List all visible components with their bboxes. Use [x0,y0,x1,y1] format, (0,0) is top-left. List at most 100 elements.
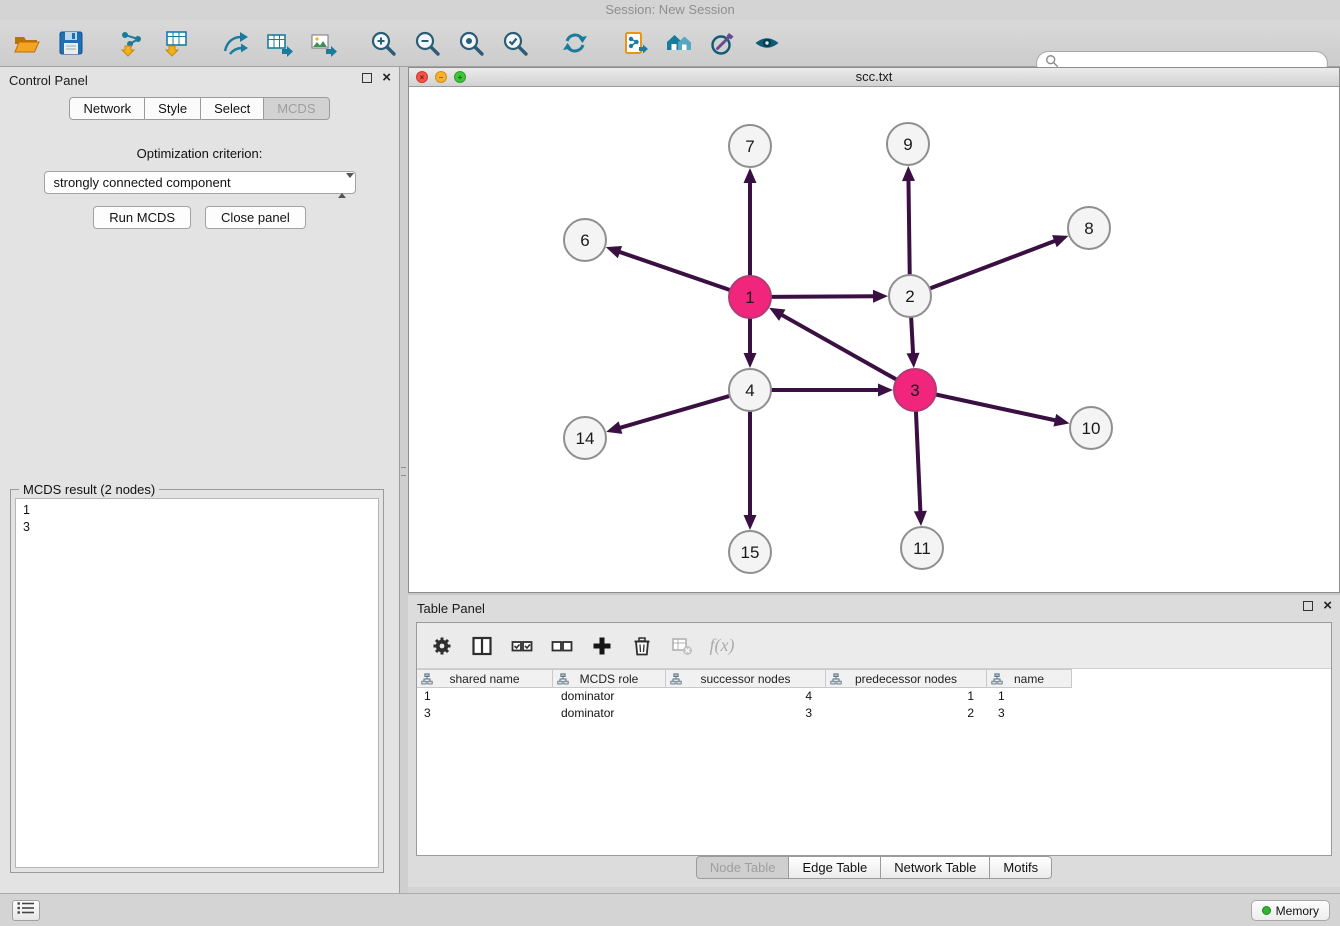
graph-node-11[interactable]: 11 [901,527,943,569]
apply-style-button[interactable] [706,26,740,60]
graph-edge-1-7[interactable] [744,168,757,278]
table-toolbar: f(x) [417,623,1331,669]
network-view-window: × – + scc.txt 7968124314101511 [408,67,1340,593]
graph-node-3[interactable]: 3 [894,369,936,411]
close-table-panel-icon[interactable]: × [1323,601,1332,611]
home-network-button[interactable] [662,26,696,60]
table-panel-title: Table Panel [417,601,485,616]
optimization-select[interactable]: strongly connected component [44,171,356,194]
refresh-layout-button[interactable] [558,26,592,60]
graph-edge-4-14[interactable] [606,395,732,434]
task-history-button[interactable] [12,900,40,921]
mcds-result-value: 3 [23,519,371,536]
clipboard-network-button[interactable] [618,26,652,60]
graph-edge-3-10[interactable] [934,394,1070,427]
zoom-out-button[interactable] [410,26,444,60]
column-header-shared_name[interactable]: shared name [416,669,553,688]
clipboard-network-icon [621,29,649,57]
network-canvas[interactable]: 7 9 6 8 1 2 4 3 14 10 15 11 [409,87,1339,592]
add-row-icon [591,635,613,657]
main-toolbar-groups [0,26,784,60]
graph-node-15[interactable]: 15 [729,531,771,573]
zoom-fit-button[interactable] [454,26,488,60]
deselect-all-button[interactable] [549,633,575,659]
table-panel-tabs: Node TableEdge TableNetwork TableMotifs [408,856,1340,879]
show-hide-panel-button[interactable] [750,26,784,60]
column-header-successor_nodes[interactable]: successor nodes [665,669,826,688]
close-window-icon[interactable]: × [416,71,428,83]
graph-node-14[interactable]: 14 [564,417,606,459]
tab-motifs[interactable]: Motifs [989,856,1052,879]
graph-node-8[interactable]: 8 [1068,207,1110,249]
column-header-name[interactable]: name [986,669,1072,688]
graph-edge-3-1[interactable] [769,308,898,381]
table-row[interactable]: 3dominator323 [417,705,1331,722]
graph-edge-2-9[interactable] [902,166,915,277]
split-columns-button[interactable] [469,633,495,659]
window-title: Session: New Session [0,0,1340,20]
graph-node-10[interactable]: 10 [1070,407,1112,449]
zoom-in-button[interactable] [366,26,400,60]
settings-gear-icon [431,635,453,657]
mcds-result-list[interactable]: 13 [15,498,379,868]
float-table-panel-icon[interactable] [1303,601,1313,611]
tab-style[interactable]: Style [144,97,201,120]
graph-edge-1-6[interactable] [606,246,732,291]
save-session-button[interactable] [54,26,88,60]
import-network-button[interactable] [114,26,148,60]
column-header-predecessor_nodes[interactable]: predecessor nodes [825,669,987,688]
tab-select[interactable]: Select [200,97,264,120]
tab-network[interactable]: Network [69,97,145,120]
tab-network-table[interactable]: Network Table [880,856,990,879]
close-panel-button[interactable]: Close panel [205,206,306,229]
export-network-button[interactable] [218,26,252,60]
graph-edge-4-15[interactable] [744,409,757,530]
delete-row-button[interactable] [629,633,655,659]
export-image-button[interactable] [306,26,340,60]
memory-status-icon [1262,906,1271,915]
float-panel-icon[interactable] [362,73,372,83]
control-panel-title: Control Panel [9,73,88,88]
graph-node-2[interactable]: 2 [889,275,931,317]
graph-node-6[interactable]: 6 [564,219,606,261]
graph-edge-2-3[interactable] [907,315,920,368]
graph-edge-1-2[interactable] [769,290,888,303]
add-row-button[interactable] [589,633,615,659]
tab-node-table[interactable]: Node Table [696,856,790,879]
select-arrows-icon [338,175,348,196]
graph-node-label: 3 [910,381,919,400]
tab-edge-table[interactable]: Edge Table [788,856,881,879]
import-table-button[interactable] [158,26,192,60]
select-all-button[interactable] [509,633,535,659]
memory-button[interactable]: Memory [1251,900,1330,921]
cell-predecessor_nodes: 1 [829,688,991,705]
export-table-button[interactable] [262,26,296,60]
open-file-button[interactable] [10,26,44,60]
close-panel-icon[interactable]: × [382,73,391,83]
graph-edge-1-4[interactable] [744,316,757,368]
table-row[interactable]: 1dominator411 [417,688,1331,705]
cell-shared_name: 3 [417,705,554,722]
settings-gear-button[interactable] [429,633,455,659]
graph-node-7[interactable]: 7 [729,125,771,167]
graph-node-1[interactable]: 1 [729,276,771,318]
graph-node-label: 7 [745,137,754,156]
graph-edge-2-8[interactable] [928,235,1069,289]
column-tree-icon [830,673,842,688]
graph-node-9[interactable]: 9 [887,123,929,165]
tab-mcds[interactable]: MCDS [263,97,329,120]
graph-edge-4-3[interactable] [769,384,893,397]
maximize-window-icon[interactable]: + [454,71,466,83]
graph-node-4[interactable]: 4 [729,369,771,411]
column-label: predecessor nodes [855,672,957,686]
minimize-window-icon[interactable]: – [435,71,447,83]
function-builder-icon: f(x) [710,635,735,656]
column-header-mcds_role[interactable]: MCDS role [552,669,666,688]
vertical-splitter[interactable] [400,67,408,893]
graph-edge-3-11[interactable] [914,409,927,526]
run-mcds-button[interactable]: Run MCDS [93,206,191,229]
column-label: shared name [449,672,519,686]
zoom-selected-button[interactable] [498,26,532,60]
memory-label: Memory [1276,904,1319,918]
mcds-result-box: MCDS result (2 nodes) 13 [10,489,384,873]
